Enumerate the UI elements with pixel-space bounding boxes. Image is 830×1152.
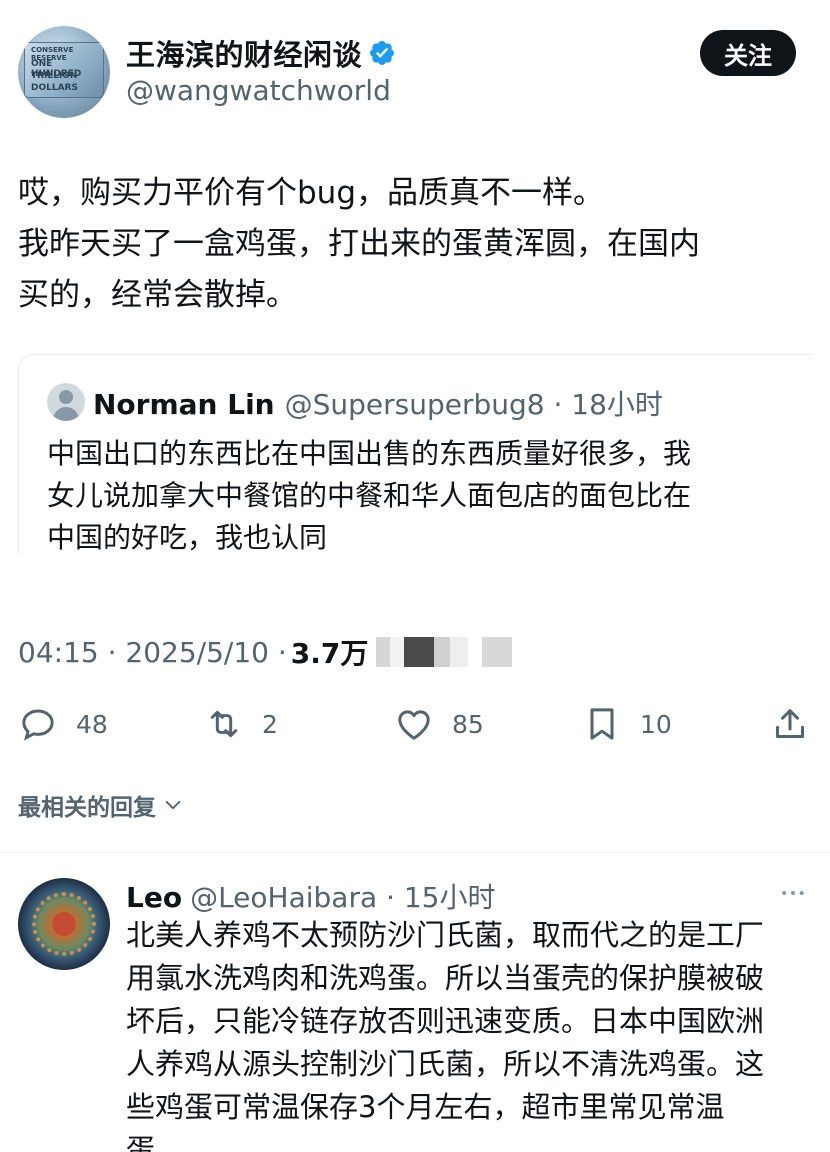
bookmark-icon [590,708,614,740]
quoted-author-name[interactable]: Norman Lin [93,388,275,421]
mosaic-redaction [376,637,513,667]
section-divider [0,852,830,853]
view-count: 3.7万 [290,637,369,670]
reply-tweet[interactable]: Leo @LeoHaibara · 15小时 北美人养鸡不太预防沙门氏菌，取而代… [0,868,830,1152]
retweet-button[interactable]: 2 [204,700,278,748]
default-avatar-icon[interactable] [47,383,85,421]
tweet-line: 买的，经常会散掉。 [18,277,297,313]
quoted-tweet-header: Norman Lin @Supersuperbug8 · 18小时 [93,383,663,423]
bookmark-button[interactable]: 10 [582,700,672,748]
reply-line: 些鸡蛋可常温保存3个月左右，超市里常见常温 [126,1090,725,1124]
reply-body: 北美人养鸡不太预防沙门氏菌，取而代之的是工厂 用氯水洗鸡肉和洗鸡蛋。所以当蛋壳的… [126,914,816,1152]
tweet-timestamp-line: 04:15 · 2025/5/10 · 3.7万 [18,632,513,672]
avatar-text-4: DOLLARS [31,83,78,93]
reply-author-name[interactable]: Leo [126,881,182,914]
quote-line: 女儿说加拿大中餐馆的中餐和华人面包店的面包比在 [47,479,692,512]
like-count: 85 [452,709,484,739]
quote-line: 中国出口的东西比在中国出售的东西质量好很多，我 [47,437,692,470]
reply-author-avatar[interactable] [18,878,110,970]
reply-sort-dropdown[interactable]: 最相关的回复 [18,788,184,822]
quoted-author-meta: @Supersuperbug8 · 18小时 [284,388,663,421]
quote-line: 中国的好吃，我也认同 [47,521,328,554]
reply-line: 蛋。 [126,1133,185,1152]
tweet-header: CONSERVE RESERVE ONE HUNDRED TRILLION DO… [18,22,812,118]
quoted-tweet[interactable]: Norman Lin @Supersuperbug8 · 18小时 中国出口的东… [18,354,812,554]
share-button[interactable] [770,700,810,748]
share-icon [776,709,804,738]
quoted-tweet-body: 中国出口的东西比在中国出售的东西质量好很多，我 女儿说加拿大中餐馆的中餐和华人面… [47,433,807,559]
verified-badge-icon [370,41,394,65]
author-handle[interactable]: @wangwatchworld [126,74,391,107]
reply-header: Leo @LeoHaibara · 15小时 [126,876,495,916]
more-icon[interactable] [778,878,808,908]
author-name-row: 王海滨的财经闲谈 [126,32,396,74]
avatar-banknote-image: CONSERVE RESERVE ONE HUNDRED TRILLION DO… [24,42,104,98]
author-display-name[interactable]: 王海滨的财经闲谈 [126,32,362,74]
tweet-body: 哎，购买力平价有个bug，品质真不一样。 我昨天买了一盒鸡蛋，打出来的蛋黄浑圆，… [18,168,808,321]
tweet-timestamp[interactable]: 04:15 · 2025/5/10 · [18,636,287,669]
tweet-line: 哎，购买力平价有个bug，品质真不一样。 [18,175,605,211]
retweet-count: 2 [262,709,278,739]
like-button[interactable]: 85 [394,700,484,748]
avatar-text-3: TRILLION [31,71,78,81]
reply-author-meta: @LeoHaibara · 15小时 [190,881,496,914]
author-avatar[interactable]: CONSERVE RESERVE ONE HUNDRED TRILLION DO… [18,26,110,118]
reply-sort-label: 最相关的回复 [18,795,156,821]
reply-icon [22,709,54,741]
reply-button[interactable]: 48 [18,700,108,748]
like-icon [398,710,430,740]
reply-line: 人养鸡从源头控制沙门氏菌，所以不清洗鸡蛋。这 [126,1047,765,1081]
reply-count: 48 [76,709,108,739]
reply-line: 坏后，只能冷链存放否则迅速变质。日本中国欧洲 [126,1004,765,1038]
chevron-down-icon [165,800,181,810]
reply-line: 用氯水洗鸡肉和洗鸡蛋。所以当蛋壳的保护膜被破 [126,961,765,995]
follow-button[interactable]: 关注 [700,30,796,76]
bookmark-count: 10 [640,709,672,739]
retweet-icon [210,710,238,738]
tweet-line: 我昨天买了一盒鸡蛋，打出来的蛋黄浑圆，在国内 [18,226,700,262]
reply-line: 北美人养鸡不太预防沙门氏菌，取而代之的是工厂 [126,918,765,952]
tweet-action-bar: 48 2 85 10 [18,700,812,748]
